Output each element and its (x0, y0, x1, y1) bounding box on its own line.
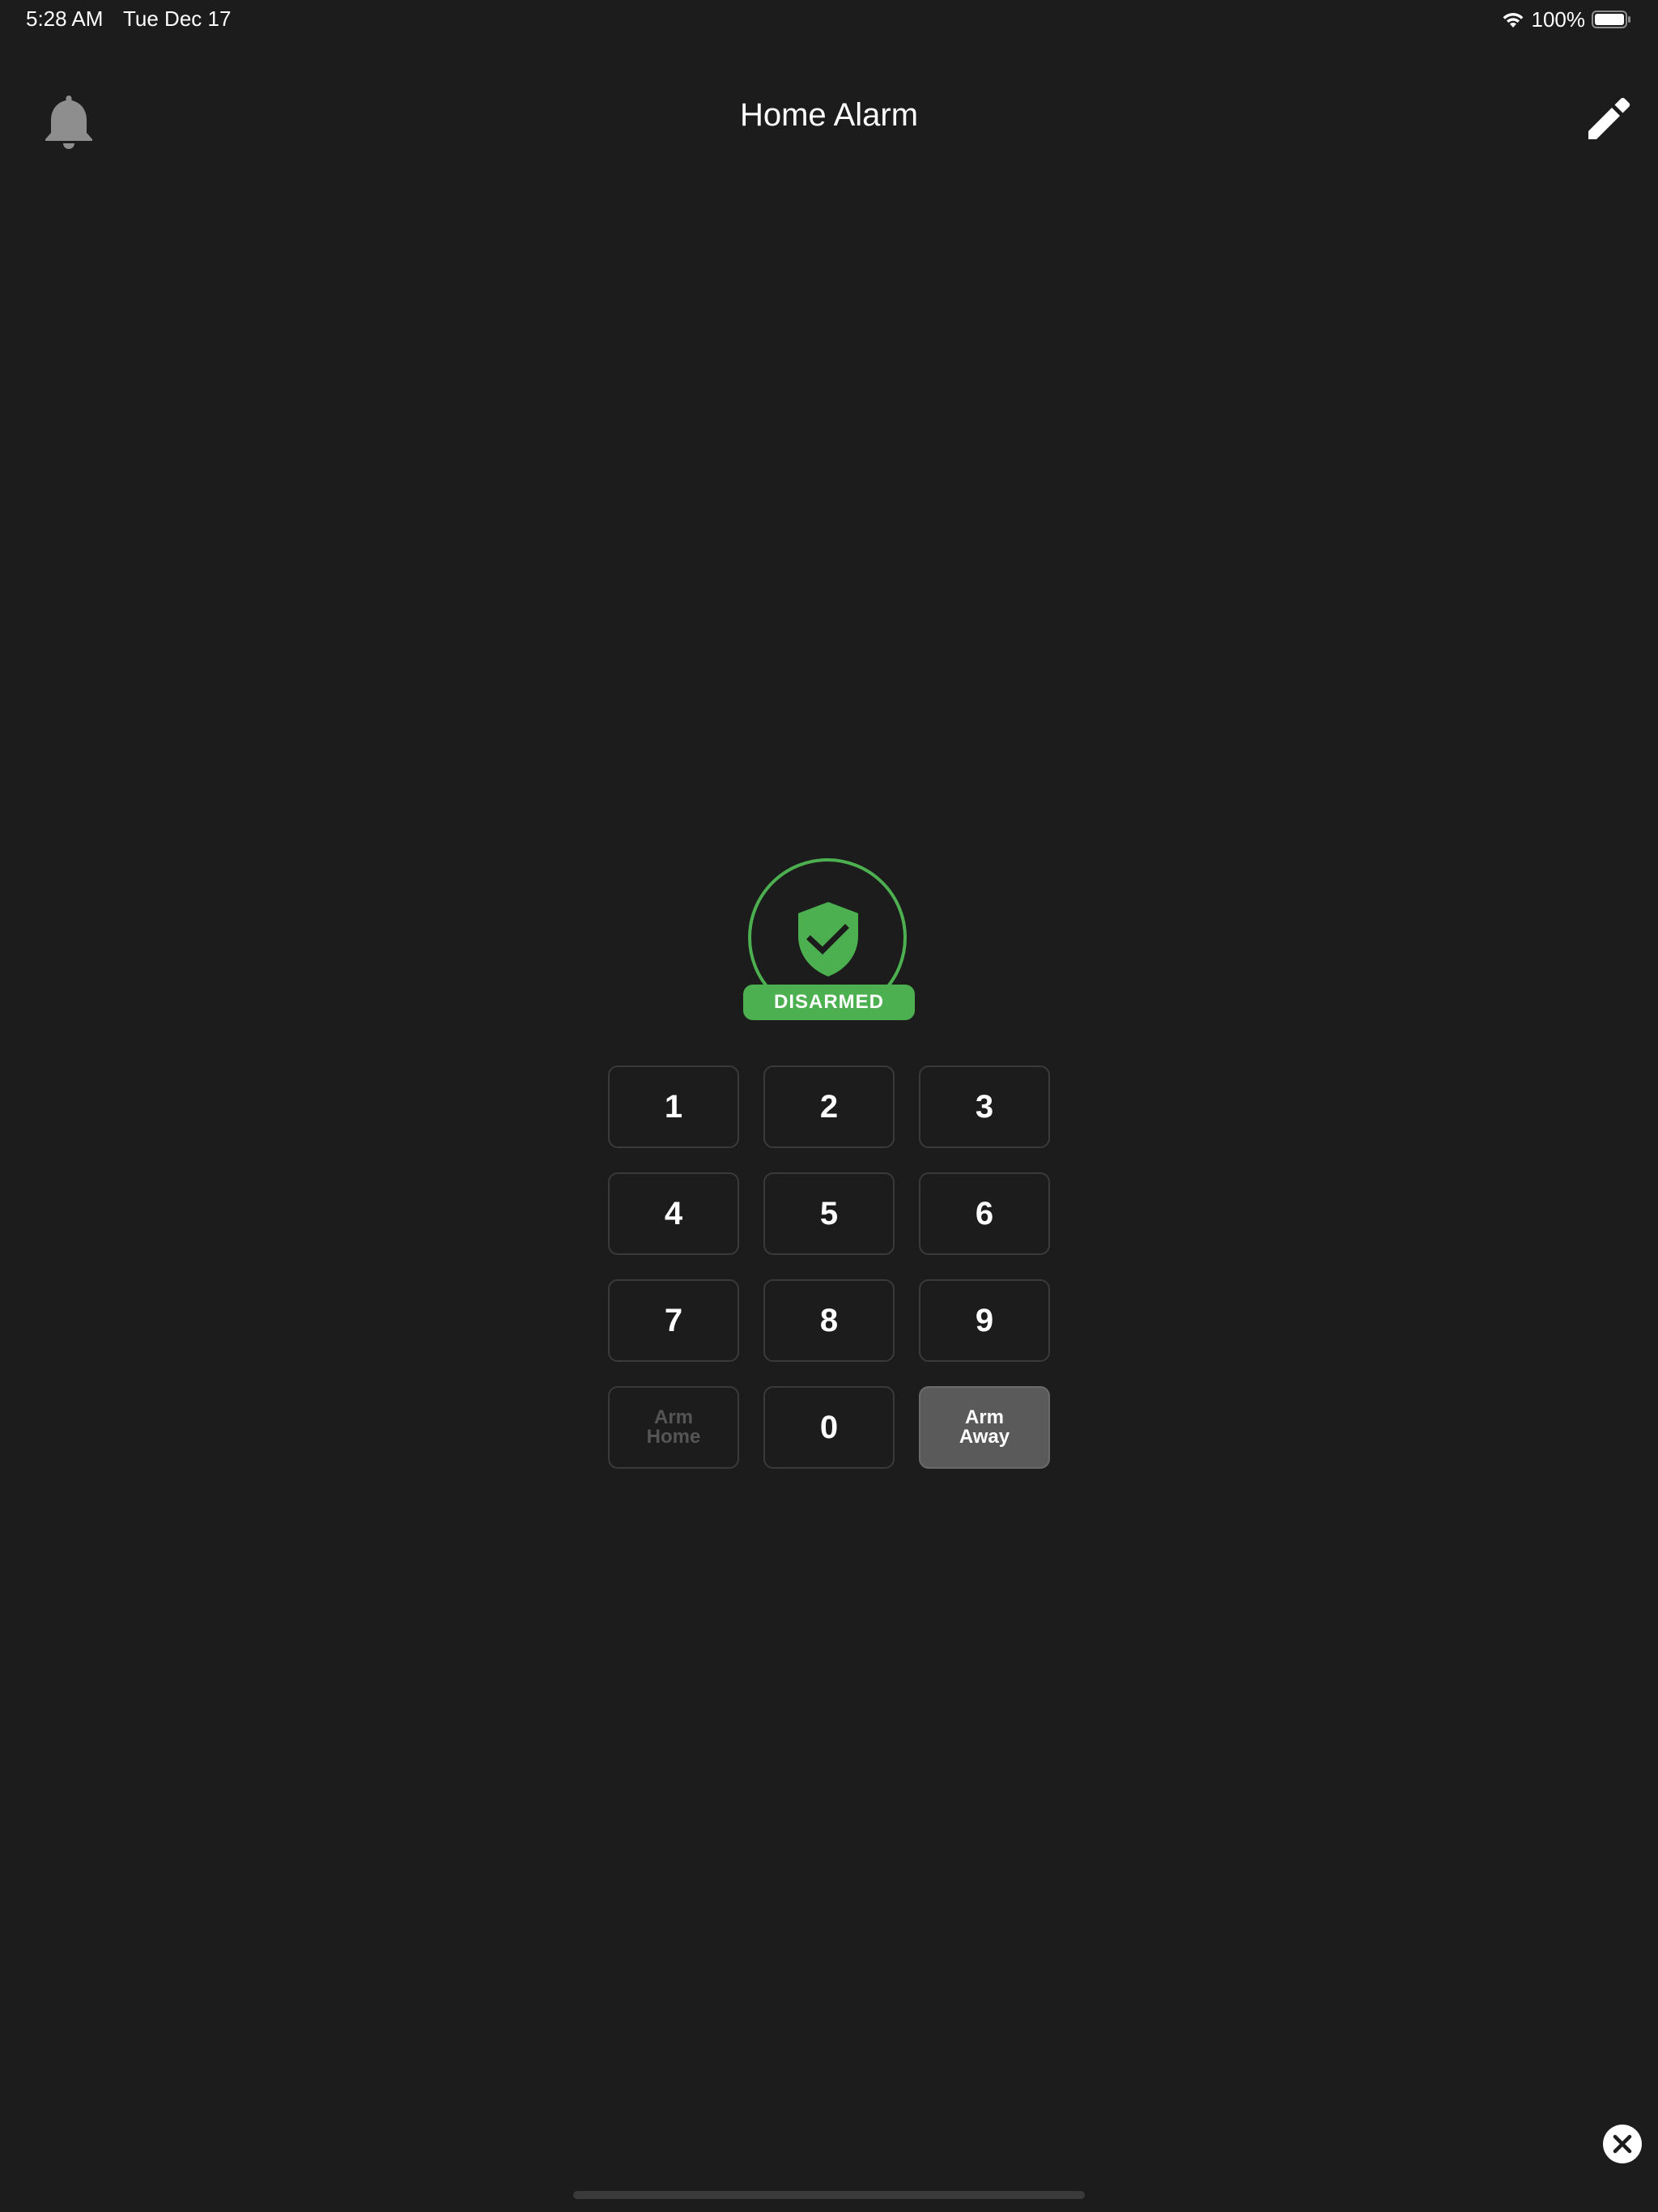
key-7[interactable]: 7 (608, 1279, 739, 1362)
key-5[interactable]: 5 (763, 1172, 895, 1255)
arm-away-label-line2: Away (959, 1426, 1010, 1448)
key-2[interactable]: 2 (763, 1066, 895, 1148)
battery-percentage: 100% (1531, 6, 1586, 32)
arm-home-label-line2: Home (646, 1426, 701, 1448)
status-badge: DISARMED (743, 985, 915, 1020)
status-date: Tue Dec 17 (123, 6, 232, 31)
shield-check-icon (798, 902, 858, 976)
status-bar: 5:28 AM Tue Dec 17 100% (0, 0, 1658, 39)
status-right: 100% (1501, 5, 1633, 34)
home-alarm-screen: 5:28 AM Tue Dec 17 100% Home Alarm DISAR… (0, 0, 1658, 2212)
pencil-icon (1588, 97, 1630, 139)
key-3[interactable]: 3 (919, 1066, 1050, 1148)
home-indicator[interactable] (573, 2191, 1085, 2199)
key-1[interactable]: 1 (608, 1066, 739, 1148)
close-button[interactable] (1603, 2125, 1642, 2163)
arm-home-button[interactable]: Arm Home (608, 1386, 739, 1469)
key-6[interactable]: 6 (919, 1172, 1050, 1255)
battery-icon (1592, 11, 1630, 28)
key-0[interactable]: 0 (763, 1386, 895, 1469)
key-8[interactable]: 8 (763, 1279, 895, 1362)
close-icon (1613, 2134, 1632, 2154)
key-4[interactable]: 4 (608, 1172, 739, 1255)
arm-away-button[interactable]: Arm Away (919, 1386, 1050, 1469)
edit-button[interactable] (1582, 94, 1634, 146)
arm-home-label-line1: Arm (653, 1406, 693, 1428)
page-title: Home Alarm (739, 97, 919, 133)
wifi-icon (1503, 13, 1523, 28)
keypad: 1 2 3 4 5 6 7 8 9 Arm Home 0 Arm Away (608, 1066, 1050, 1469)
status-time: 5:28 AM (26, 6, 104, 31)
header: Home Alarm (0, 78, 1658, 159)
arm-away-label-line1: Arm (964, 1406, 1004, 1428)
key-9[interactable]: 9 (919, 1279, 1050, 1362)
alarm-status-indicator: DISARMED (743, 857, 915, 1022)
